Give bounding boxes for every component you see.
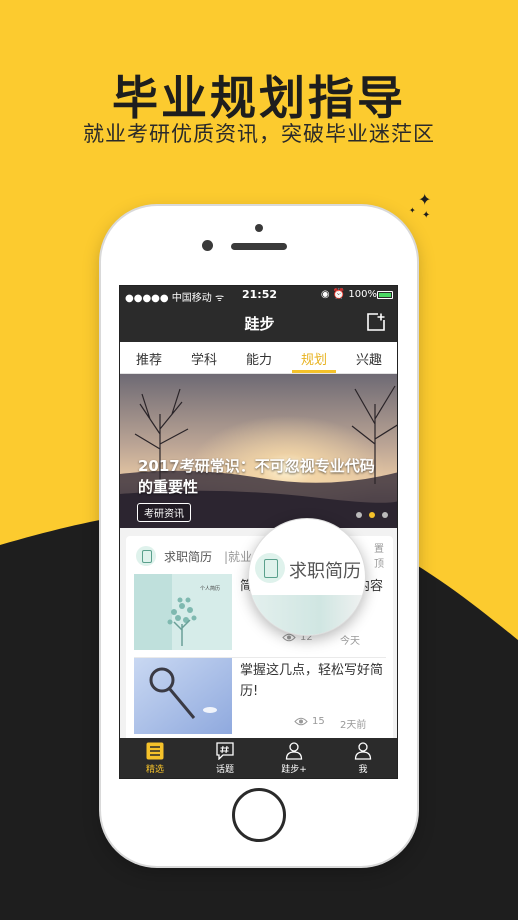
bottom-tab-bar: 精选 话题 跬步+ 我 <box>120 738 397 778</box>
nav-title: 跬步 <box>244 315 275 333</box>
bottom-tab-label: 我 <box>358 765 368 775</box>
eye-icon <box>294 717 308 726</box>
home-button[interactable] <box>232 788 286 842</box>
carousel-dot[interactable] <box>382 512 388 518</box>
zoom-magnifier: 求职简历 <box>248 518 366 636</box>
app-screen: ●●●●● 中国移动 ᯤ 21:52 ◉ ⏰ 100% 跬步 推荐 学科 能力 … <box>119 285 398 779</box>
active-tab-indicator <box>292 370 336 373</box>
category-tabs: 推荐 学科 能力 规划 兴趣 <box>120 342 397 374</box>
tab-planning[interactable]: 规划 <box>289 349 339 368</box>
category-extra: |就业 <box>224 550 253 564</box>
status-battery-text: ◉ ⏰ 100% <box>320 289 377 300</box>
magnifier-thumbnail-strip <box>249 595 365 635</box>
nav-bar: 跬步 <box>120 304 397 342</box>
carousel-dot[interactable] <box>356 512 362 518</box>
thumbnail-caption: 个人简历 <box>200 585 220 592</box>
banner-title[interactable]: 2017考研常识：不可忽视专业代码的重要性 <box>138 456 388 498</box>
bottom-tab-label: 跬步+ <box>281 765 307 775</box>
bottom-tab-label: 话题 <box>215 765 234 775</box>
carousel-dot-active[interactable] <box>369 512 375 518</box>
list-icon <box>146 742 164 760</box>
promo-subtitle: 就业考研优质资讯，突破毕业迷茫区 <box>83 122 435 146</box>
pinned-label: 置顶 <box>374 544 384 570</box>
bottom-tab-me[interactable]: 我 <box>328 742 397 775</box>
hash-chat-icon <box>216 742 234 760</box>
phone-sensor <box>255 224 263 232</box>
sparkle-icon: ✦ <box>418 190 432 209</box>
status-bar: ●●●●● 中国移动 ᯤ 21:52 ◉ ⏰ 100% <box>120 286 397 304</box>
article-date: 2天前 <box>340 720 367 731</box>
tab-recommend[interactable]: 推荐 <box>124 349 174 368</box>
tab-subject[interactable]: 学科 <box>179 349 229 368</box>
banner-carousel[interactable]: 2017考研常识：不可忽视专业代码的重要性 考研资讯 <box>120 374 397 528</box>
person-plus-icon <box>285 742 303 760</box>
article-thumbnail <box>134 658 232 734</box>
resume-icon <box>255 553 285 583</box>
magnifier-thumbnail-image <box>134 658 232 734</box>
sparkle-icon: ✦ <box>409 206 416 215</box>
article-views: 15 <box>312 716 325 727</box>
resume-icon <box>136 546 156 566</box>
magnifier-label: 求职简历 <box>289 561 361 582</box>
article-thumbnail: 个人简历 <box>134 574 232 650</box>
tree-thumbnail-image: 个人简历 <box>134 574 232 650</box>
category-label: 求职简历 <box>164 550 213 564</box>
tab-ability[interactable]: 能力 <box>234 349 284 368</box>
tab-interest[interactable]: 兴趣 <box>344 349 394 368</box>
banner-tag[interactable]: 考研资讯 <box>137 503 191 522</box>
bottom-tab-kuibu-plus[interactable]: 跬步+ <box>259 742 329 775</box>
phone-speaker <box>231 243 287 250</box>
person-icon <box>354 742 372 760</box>
compose-icon[interactable] <box>367 313 385 331</box>
list-item[interactable]: 掌握这几点，轻松写好简历! 15 2天前 <box>134 658 386 734</box>
sparkle-icon: ✦ <box>422 210 431 221</box>
bottom-tab-label: 精选 <box>145 765 164 775</box>
phone-camera <box>202 240 213 251</box>
battery-icon <box>377 291 393 299</box>
bottom-tab-topic[interactable]: 话题 <box>190 742 260 775</box>
bottom-tab-featured[interactable]: 精选 <box>120 742 190 775</box>
article-title[interactable]: 掌握这几点，轻松写好简历! <box>240 660 388 702</box>
